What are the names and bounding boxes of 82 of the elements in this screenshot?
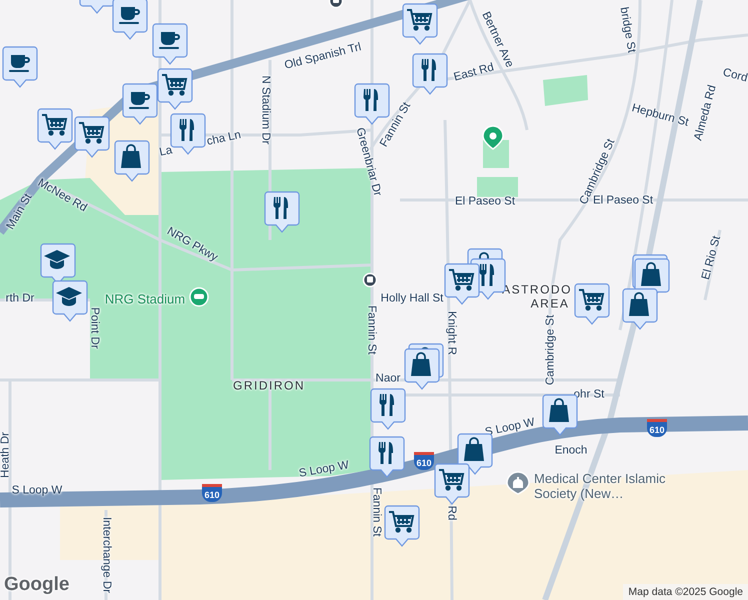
street-label: S Loop W xyxy=(12,484,62,498)
fork-knife-icon xyxy=(422,59,436,81)
map-marker[interactable] xyxy=(370,388,406,430)
cart-icon xyxy=(79,122,104,144)
mosque-icon xyxy=(506,471,530,495)
map-marker[interactable] xyxy=(152,23,188,65)
fork-knife-icon xyxy=(480,264,494,286)
map-marker[interactable] xyxy=(457,433,493,475)
cup-icon xyxy=(119,7,140,24)
cart-icon xyxy=(579,289,604,311)
stadium-icon xyxy=(189,287,209,307)
graduation-cap-icon xyxy=(56,287,82,306)
fork-knife-icon xyxy=(380,394,394,416)
map-marker[interactable] xyxy=(402,3,438,45)
street-label: East Rd xyxy=(452,61,496,85)
cup-icon xyxy=(159,32,180,49)
fork-knife-icon xyxy=(274,197,288,219)
street-label: bridge St xyxy=(616,6,638,54)
google-logo: Google xyxy=(4,574,70,596)
cart-icon xyxy=(162,74,188,96)
cup-icon xyxy=(129,92,150,109)
street-label: El Rio St xyxy=(700,234,724,282)
street-label: Naor xyxy=(376,372,400,386)
street-label: Rd xyxy=(444,506,458,520)
street-label: Knight R xyxy=(444,310,458,356)
highway-shield: 610 xyxy=(647,419,667,437)
highway-shield: 610 xyxy=(414,452,434,470)
map-marker[interactable] xyxy=(412,53,448,95)
map-marker[interactable] xyxy=(52,280,88,322)
fork-knife-icon xyxy=(180,119,194,141)
shopping-bag-icon xyxy=(629,292,649,316)
map-marker[interactable] xyxy=(444,263,480,305)
shopping-bag-icon xyxy=(121,144,141,168)
map-marker[interactable] xyxy=(37,108,73,150)
street-label: rth Dr xyxy=(6,292,34,306)
street-label: Fannin St xyxy=(370,487,382,537)
street-label: Almeda Rd xyxy=(692,84,720,142)
place-label: Medical Center Islamic Society (New… xyxy=(534,471,666,501)
park-area xyxy=(477,177,518,197)
street-label: Cord xyxy=(721,66,748,86)
street-label: Enoch xyxy=(554,444,588,458)
cart-icon xyxy=(449,269,474,291)
cup-icon xyxy=(9,55,30,72)
map-marker[interactable] xyxy=(622,288,658,330)
street-label: Fannin St xyxy=(364,305,378,355)
graduation-cap-icon xyxy=(44,250,70,269)
shopping-bag-icon xyxy=(549,398,569,422)
fork-knife-icon xyxy=(364,89,378,111)
shopping-bag-icon xyxy=(464,437,484,461)
venue-label: NRG Stadium xyxy=(104,292,186,306)
street-label: Old Spanish Trl xyxy=(283,41,363,73)
shopping-bag-icon xyxy=(641,262,661,286)
map-marker[interactable] xyxy=(157,68,193,110)
fork-knife-icon xyxy=(378,442,393,464)
map-marker[interactable] xyxy=(2,46,38,88)
street-label: Interchange Dr xyxy=(100,516,112,594)
transit-icon xyxy=(362,272,378,288)
map-marker[interactable] xyxy=(74,116,110,158)
street-label: Heath Dr xyxy=(0,432,12,478)
map-marker[interactable] xyxy=(574,283,610,325)
shopping-bag-icon xyxy=(411,352,431,376)
district-label: AREA xyxy=(530,298,570,310)
map-marker[interactable] xyxy=(404,348,440,390)
cart-icon xyxy=(42,114,68,136)
street-label: Holly Hall St xyxy=(380,292,444,306)
cart-icon xyxy=(439,469,464,491)
street-label: cha Ln xyxy=(206,129,242,149)
street-label: Point Dr xyxy=(88,307,100,349)
map-marker[interactable] xyxy=(112,0,148,40)
park-area xyxy=(543,75,588,106)
district-label: GRIDIRON xyxy=(233,380,305,392)
street-label: El Paseo St xyxy=(454,196,516,208)
cart-icon xyxy=(407,9,432,31)
cart-icon xyxy=(389,511,414,533)
street-label: S Loop W xyxy=(298,459,350,481)
street-label: Hepburn St xyxy=(630,102,690,130)
street-label: N Stadium Dr xyxy=(258,75,272,145)
street-label: Cambridge St xyxy=(544,314,558,386)
map-attribution: Map data ©2025 Google xyxy=(623,584,748,600)
highway-shield: 610 xyxy=(202,484,222,502)
map-pin-icon xyxy=(482,125,504,150)
street-label: La xyxy=(158,144,174,160)
